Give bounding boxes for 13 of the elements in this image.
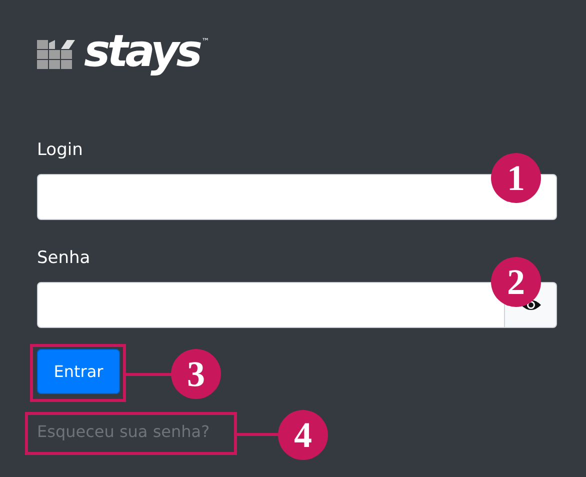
trademark: ™: [201, 37, 210, 46]
logo-wordmark: stays: [84, 28, 200, 76]
login-button[interactable]: Entrar: [37, 349, 120, 394]
logo-grid-icon: [37, 40, 75, 70]
field-label: Senha: [37, 247, 90, 270]
number-badge: 1: [491, 153, 541, 203]
number-badge: 4: [278, 410, 328, 460]
field-label: Login: [37, 139, 83, 162]
leader-line: [126, 373, 174, 376]
password-field[interactable]: [37, 282, 505, 328]
number-badge: 3: [171, 349, 221, 399]
forgot-password-link[interactable]: Esqueceu sua senha?: [37, 420, 210, 444]
number-badge: 2: [491, 257, 541, 307]
